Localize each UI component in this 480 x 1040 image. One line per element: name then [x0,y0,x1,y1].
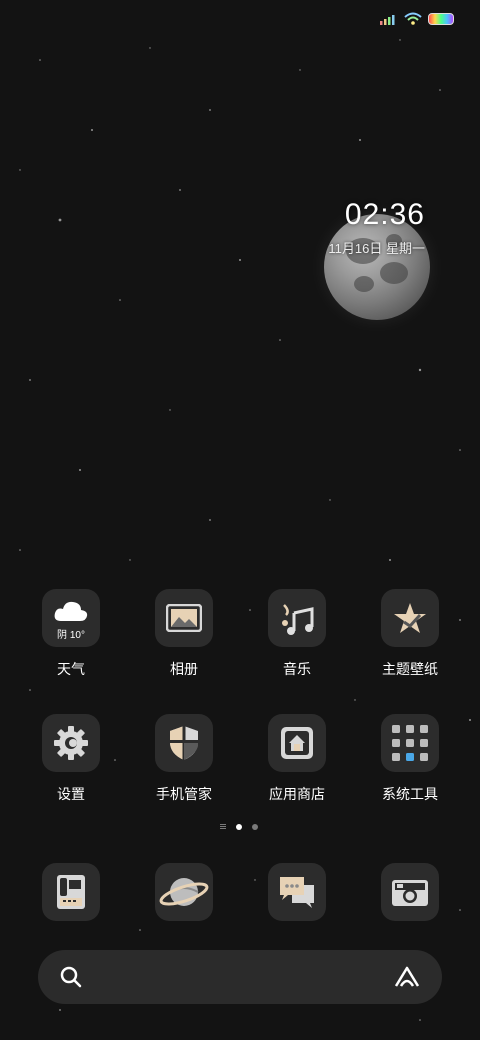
browser-tile [155,863,213,921]
battery-icon [428,13,454,25]
tools-folder[interactable]: 系统工具 [360,714,460,804]
page-menu-indicator[interactable] [220,824,226,830]
camera-tile [381,863,439,921]
gear-icon [54,726,88,760]
planet-icon [159,878,209,906]
tools-folder-icon [392,725,428,761]
app-label: 主题壁纸 [382,661,438,677]
wifi-icon [404,12,422,25]
appstore-tile [268,714,326,772]
search-bar[interactable] [38,950,442,1004]
shield-icon [170,726,198,760]
settings-app[interactable]: 设置 [21,714,121,804]
gallery-app[interactable]: 相册 [134,589,234,679]
clock-date: 11月16日 星期一 [328,241,425,256]
settings-tile [42,714,100,772]
app-label: 相册 [170,661,198,677]
page-indicator[interactable] [220,824,258,830]
appstore-app[interactable]: 应用商店 [247,714,347,804]
search-icon[interactable] [60,966,82,988]
music-tile [268,589,326,647]
clock-time: 02:36 [344,198,425,231]
app-label: 系统工具 [382,786,438,802]
camera-app[interactable] [360,863,460,921]
messages-app[interactable] [247,863,347,921]
app-label: 设置 [57,786,85,802]
assistant-icon[interactable] [394,966,420,988]
tools-folder-tile [381,714,439,772]
page-dot[interactable] [252,824,258,830]
cloud-icon [54,601,88,621]
themes-app[interactable]: 主题壁纸 [360,589,460,679]
weather-tile: 阴 10° [42,589,100,647]
status-bar [380,12,454,26]
app-label: 音乐 [283,661,311,677]
security-app[interactable]: 手机管家 [134,714,234,804]
themes-tile [381,589,439,647]
star-icon [394,603,426,633]
phone-tile [42,863,100,921]
page-dot-active[interactable] [236,824,242,830]
music-note-icon [282,604,314,635]
gallery-tile [155,589,213,647]
home-store-icon [281,727,313,759]
signal-icon [380,15,395,25]
phone-icon [57,875,85,909]
gallery-icon [166,604,202,632]
browser-app[interactable] [134,863,234,921]
app-label: 手机管家 [156,786,212,802]
security-tile [155,714,213,772]
weather-app[interactable]: 阴 10° 天气 [21,589,121,679]
messages-tile [268,863,326,921]
chat-bubbles-icon [280,877,314,908]
app-label: 天气 [57,661,85,677]
app-label: 应用商店 [269,786,325,802]
clock-widget[interactable]: 02:36 11月16日 星期一 [328,198,425,257]
music-app[interactable]: 音乐 [247,589,347,679]
weather-text: 阴 10° [57,630,85,641]
camera-icon [392,880,428,906]
phone-app[interactable] [21,863,121,921]
